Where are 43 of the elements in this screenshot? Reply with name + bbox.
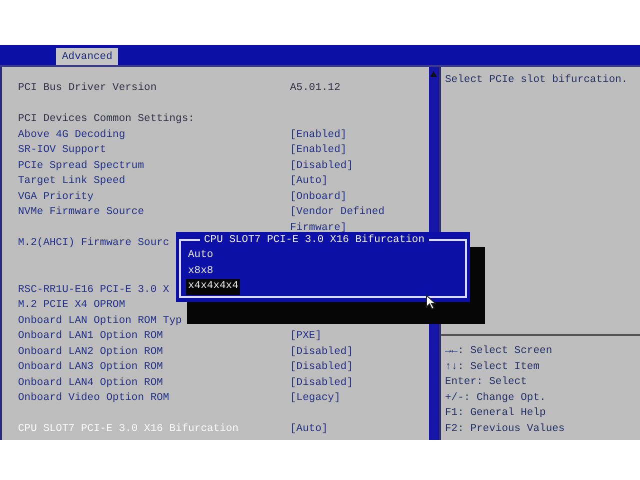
setting-value: [Auto] [290, 422, 329, 437]
setting-label[interactable]: Onboard LAN3 Option ROM [18, 360, 163, 376]
key-hint: Enter: Select [445, 375, 528, 390]
setting-value: [Disabled] [290, 376, 354, 390]
mouse-pointer-icon [426, 295, 436, 310]
setting-value: [Auto] [290, 174, 329, 189]
key-hint: ↑↓: Select Item [445, 360, 541, 374]
setting-label[interactable]: Onboard LAN2 Option ROM [18, 344, 163, 360]
setting-value: [Enabled] [290, 143, 348, 158]
setting-label[interactable]: SR-IOV Support [18, 143, 106, 158]
setting-value: [Enabled] [290, 128, 348, 142]
setting-label[interactable]: Target Link Speed [18, 174, 126, 190]
setting-label[interactable]: Onboard LAN1 Option ROM [18, 329, 163, 344]
setting-value: [Vendor Defined Firmware] [290, 205, 386, 234]
setting-value: [Onboard] [290, 190, 348, 204]
section-heading: PCI Devices Common Settings: [18, 112, 194, 127]
key-hint: →←: Select Screen [445, 344, 554, 359]
key-hint: F2: Previous Values [445, 422, 566, 436]
setting-value: [Legacy] [290, 391, 342, 406]
setting-label[interactable]: VGA Priority [18, 190, 94, 205]
popup-option[interactable]: x8x8 [186, 264, 216, 279]
setting-label[interactable]: Above 4G Decoding [18, 128, 126, 143]
setting-label[interactable]: RSC-RR1U-E16 PCI-E 3.0 X [18, 282, 170, 298]
key-hint: F1: General Help [445, 406, 547, 421]
key-hint: +/-: Change Opt. [445, 390, 547, 406]
setting-label[interactable]: Onboard Video Option ROM [18, 391, 170, 406]
setting-value: [Disabled] [290, 360, 354, 375]
popup-option[interactable]: x4x4x4x4 [186, 279, 240, 294]
setting-value: [Disabled] [290, 344, 354, 360]
setting-label[interactable]: NVMe Firmware Source [18, 205, 144, 236]
menu-tab[interactable]: Advanced [56, 48, 118, 65]
setting-label[interactable]: M.2(AHCI) Firmware Sourc [18, 236, 170, 252]
popup-option[interactable]: Auto [186, 248, 216, 264]
setting-label[interactable]: Onboard LAN4 Option ROM [18, 376, 163, 391]
help-text: Select PCIe slot bifurcation. [444, 73, 629, 88]
setting-value: [Disabled] [290, 158, 354, 174]
setting-label[interactable]: PCIe Spread Spectrum [18, 158, 144, 174]
setting-label[interactable]: Onboard LAN Option ROM Typ [18, 314, 182, 329]
setting-label: PCI Bus Driver Version [18, 81, 157, 96]
setting-label[interactable]: M.2 PCIE X4 OPROM [18, 298, 126, 314]
setting-value: [PXE] [290, 329, 323, 344]
scroll-up-icon[interactable] [430, 71, 437, 77]
setting-value: A5.01.12 [290, 81, 342, 96]
